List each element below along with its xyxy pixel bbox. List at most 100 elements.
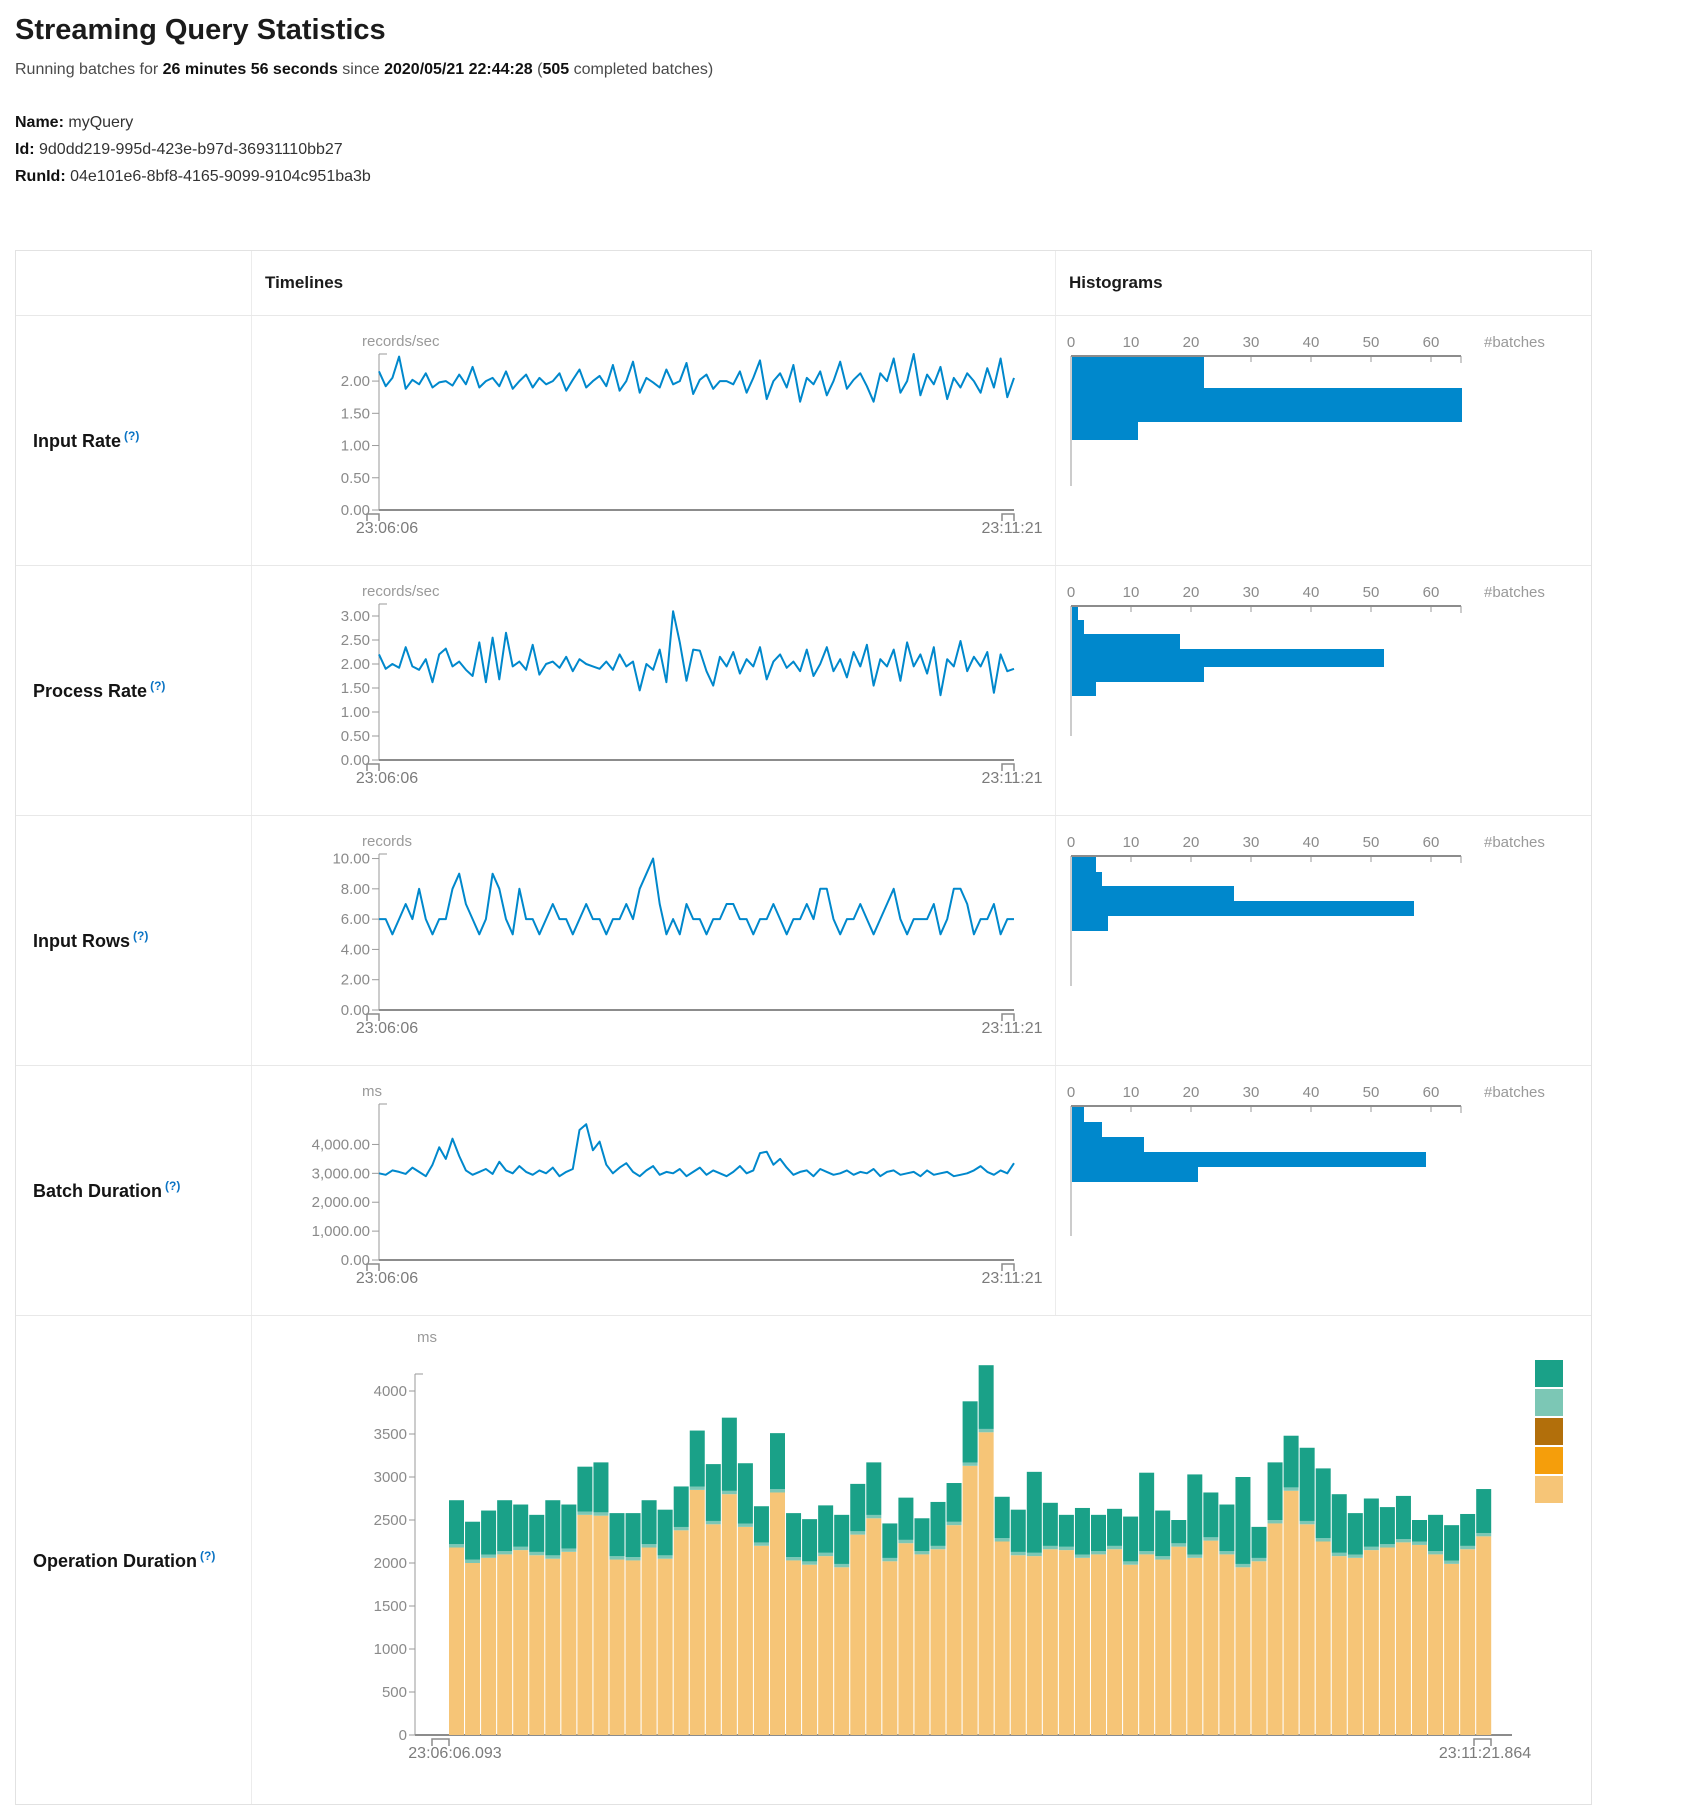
table-row: Process Rate(?) records/sec0.000.501.001…	[16, 565, 1591, 815]
svg-text:4.00: 4.00	[341, 941, 370, 958]
op-bar-segment-light-teal	[561, 1548, 576, 1551]
op-bar-segment-light-teal	[1107, 1546, 1122, 1549]
op-bar-segment-light-teal	[931, 1546, 946, 1549]
op-bar-segment-light-teal	[802, 1561, 817, 1564]
op-bar-segment-teal	[802, 1519, 817, 1561]
svg-text:23:11:21: 23:11:21	[981, 1270, 1042, 1287]
op-bar-segment-light-teal	[513, 1547, 528, 1550]
op-bar-segment-light-teal	[497, 1551, 512, 1554]
op-bar-segment-light-teal	[481, 1554, 496, 1557]
svg-text:50: 50	[1363, 1084, 1380, 1101]
running-batches-summary: Running batches for 26 minutes 56 second…	[15, 61, 1693, 79]
svg-text:#batches: #batches	[1484, 834, 1545, 851]
histogram-bar	[1072, 901, 1414, 916]
table-row: Input Rate(?) records/sec0.000.501.001.5…	[16, 315, 1591, 565]
op-bar-segment-tan	[690, 1490, 705, 1735]
op-bar-segment-light-teal	[1043, 1546, 1058, 1549]
svg-text:records/sec: records/sec	[362, 333, 440, 350]
op-bar-segment-teal	[834, 1515, 849, 1564]
table-row: Operation Duration(?) ms0500100015002000…	[16, 1315, 1591, 1804]
op-bar-segment-teal	[1123, 1517, 1138, 1562]
histogram-bar	[1072, 872, 1102, 886]
svg-text:ms: ms	[417, 1329, 437, 1346]
op-bar-segment-tan	[1380, 1548, 1395, 1735]
completed-batches-count: 505	[542, 61, 569, 78]
op-bar-segment-teal	[593, 1462, 608, 1512]
statistics-table-header: Timelines Histograms	[16, 251, 1591, 315]
svg-text:#batches: #batches	[1484, 1084, 1545, 1101]
legend-swatch[interactable]	[1535, 1476, 1563, 1503]
svg-text:500: 500	[382, 1684, 407, 1701]
legend-swatch[interactable]	[1535, 1389, 1563, 1416]
help-icon[interactable]: (?)	[124, 429, 139, 443]
svg-text:20: 20	[1183, 1084, 1200, 1101]
svg-text:40: 40	[1303, 834, 1320, 851]
op-bar-segment-teal	[1219, 1505, 1234, 1552]
svg-text:2.00: 2.00	[341, 972, 370, 989]
legend-swatch[interactable]	[1535, 1447, 1563, 1474]
op-bar-segment-tan	[1412, 1545, 1427, 1735]
op-bar-segment-tan	[866, 1518, 881, 1735]
op-bar-segment-teal	[1107, 1509, 1122, 1546]
svg-text:23:06:06: 23:06:06	[356, 520, 418, 537]
op-bar-segment-light-teal	[963, 1462, 978, 1465]
legend-swatch[interactable]	[1535, 1360, 1563, 1387]
op-bar-segment-light-teal	[1235, 1564, 1250, 1567]
svg-text:23:06:06: 23:06:06	[356, 770, 418, 787]
page-title: Streaming Query Statistics	[15, 14, 1693, 47]
header-empty-cell	[16, 251, 251, 315]
op-bar-segment-light-teal	[722, 1491, 737, 1494]
svg-text:40: 40	[1303, 334, 1320, 351]
op-bar-segment-light-teal	[1011, 1552, 1026, 1555]
op-bar-segment-tan	[786, 1560, 801, 1735]
statistics-table: Timelines Histograms Input Rate(?) recor…	[15, 250, 1592, 1805]
op-bar-segment-tan	[1300, 1524, 1315, 1735]
op-bar-segment-teal	[706, 1464, 721, 1521]
op-bar-segment-tan	[947, 1525, 962, 1735]
help-icon[interactable]: (?)	[133, 929, 148, 943]
op-bar-segment-tan	[1268, 1523, 1283, 1735]
process-rate-timeline-chart: records/sec0.000.501.001.502.002.503.002…	[251, 566, 1055, 815]
query-name-line: Name: myQuery	[15, 109, 1693, 136]
legend-swatch[interactable]	[1535, 1418, 1563, 1445]
op-bar-segment-teal	[1348, 1513, 1363, 1554]
svg-text:20: 20	[1183, 334, 1200, 351]
histogram-bar	[1072, 1152, 1426, 1167]
help-icon[interactable]: (?)	[200, 1549, 215, 1563]
svg-text:50: 50	[1363, 584, 1380, 601]
histogram-svg: 0102030405060#batches	[1056, 316, 1592, 566]
header-timelines: Timelines	[251, 251, 1055, 315]
histogram-svg: 0102030405060#batches	[1056, 816, 1592, 1066]
svg-text:60: 60	[1423, 334, 1440, 351]
op-bar-segment-tan	[1011, 1555, 1026, 1735]
histogram-bar	[1072, 634, 1180, 649]
op-bar-segment-light-teal	[1412, 1542, 1427, 1545]
op-bar-segment-tan	[770, 1492, 785, 1735]
op-bar-segment-teal	[1316, 1468, 1331, 1538]
op-bar-segment-teal	[658, 1510, 673, 1556]
svg-text:10.00: 10.00	[332, 851, 370, 868]
op-bar-segment-teal	[898, 1498, 913, 1540]
histogram-bar	[1072, 1122, 1102, 1137]
op-bar-segment-light-teal	[898, 1540, 913, 1543]
header-histograms: Histograms	[1055, 251, 1591, 315]
batch-duration-timeline-chart: ms0.001,000.002,000.003,000.004,000.0023…	[251, 1066, 1055, 1315]
op-bar-segment-teal	[497, 1500, 512, 1551]
op-bar-segment-light-teal	[1380, 1544, 1395, 1547]
op-bar-segment-light-teal	[610, 1556, 625, 1559]
op-bar-segment-teal	[947, 1483, 962, 1522]
query-runid-value: 04e101e6-8bf8-4165-9099-9104c951ba3b	[70, 168, 371, 185]
histogram-bar	[1072, 422, 1138, 440]
batch-duration-histogram-chart: 0102030405060#batches	[1055, 1066, 1591, 1315]
op-bar-segment-light-teal	[738, 1524, 753, 1527]
svg-text:60: 60	[1423, 584, 1440, 601]
op-bar-segment-tan	[658, 1559, 673, 1735]
svg-text:0.00: 0.00	[341, 752, 370, 769]
op-bar-segment-teal	[1428, 1515, 1443, 1551]
op-bar-segment-tan	[1091, 1554, 1106, 1735]
op-bar-segment-tan	[995, 1542, 1010, 1736]
help-icon[interactable]: (?)	[165, 1179, 180, 1193]
histogram-bar	[1072, 682, 1096, 696]
op-bar-segment-teal	[1380, 1507, 1395, 1544]
help-icon[interactable]: (?)	[150, 679, 165, 693]
